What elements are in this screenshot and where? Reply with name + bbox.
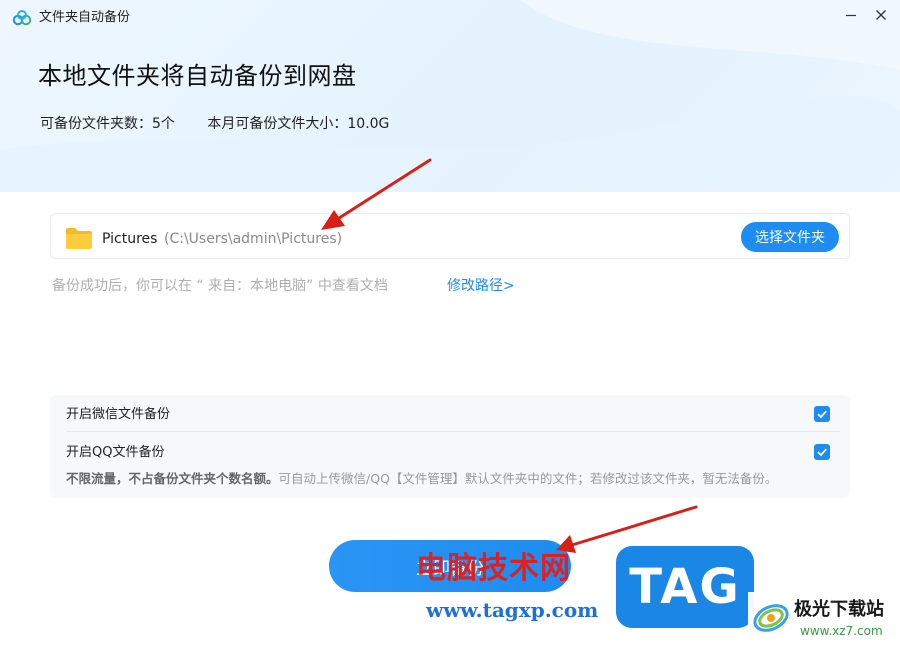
close-button[interactable]: [866, 4, 896, 26]
minimize-button[interactable]: [836, 4, 866, 26]
watermark-cn-text: 电脑技术网: [416, 551, 571, 586]
qq-backup-label: 开启QQ文件备份: [66, 445, 165, 460]
backup-window: 文件夹自动备份 本地文件夹将自动备份到网盘 可备份文件夹数：5个 本月可备份文件…: [0, 0, 900, 650]
folder-icon: [66, 228, 92, 249]
check-icon: [817, 448, 827, 457]
backup-hint: 备份成功后，你可以在 “ 来自：本地电脑” 中查看文档: [52, 278, 388, 294]
folder-count-text: 可备份文件夹数：5个: [40, 116, 175, 132]
qq-backup-checkbox[interactable]: [814, 444, 830, 460]
options-note-strong: 不限流量，不占备份文件夹个数名额。: [66, 471, 279, 486]
modify-path-link[interactable]: 修改路径>: [447, 277, 515, 295]
watermark-url: www.tagxp.com: [426, 598, 599, 622]
window-title: 文件夹自动备份: [39, 10, 131, 25]
qq-backup-option: 开启QQ文件备份: [66, 434, 840, 470]
app-logo-icon: [12, 10, 32, 26]
folder-name: Pictures: [102, 231, 158, 247]
check-icon: [817, 410, 827, 419]
watermark-tag-logo: TAG: [616, 546, 754, 628]
title-bar: 文件夹自动备份: [0, 0, 900, 36]
options-note: 不限流量，不占备份文件夹个数名额。可自动上传微信/QQ【文件管理】默认文件夹中的…: [66, 471, 777, 487]
options-panel: 开启微信文件备份 开启QQ文件备份 不限流量，不占备份文件夹个数名额。可自动上传…: [50, 395, 850, 498]
wechat-backup-option: 开启微信文件备份: [66, 396, 840, 432]
backup-stats: 可备份文件夹数：5个 本月可备份文件大小：10.0G: [40, 115, 389, 133]
page-title: 本地文件夹将自动备份到网盘: [38, 62, 357, 90]
minimize-icon: [846, 14, 856, 17]
size-quota-text: 本月可备份文件大小：10.0G: [207, 116, 390, 132]
watermark-site-logo-icon: [753, 604, 789, 632]
watermark-site-name: 极光下载站: [794, 599, 884, 620]
folder-row: Pictures (C:\Users\admin\Pictures) 选择文件夹: [50, 213, 850, 259]
close-icon: [876, 10, 886, 20]
folder-path: (C:\Users\admin\Pictures): [164, 231, 343, 247]
watermark-site-url: www.xz7.com: [800, 624, 883, 638]
choose-folder-button[interactable]: 选择文件夹: [741, 222, 839, 252]
wechat-backup-label: 开启微信文件备份: [66, 407, 171, 422]
wechat-backup-checkbox[interactable]: [814, 406, 830, 422]
options-note-text: 可自动上传微信/QQ【文件管理】默认文件夹中的文件；若修改过该文件夹，暂无法备份…: [278, 471, 778, 486]
